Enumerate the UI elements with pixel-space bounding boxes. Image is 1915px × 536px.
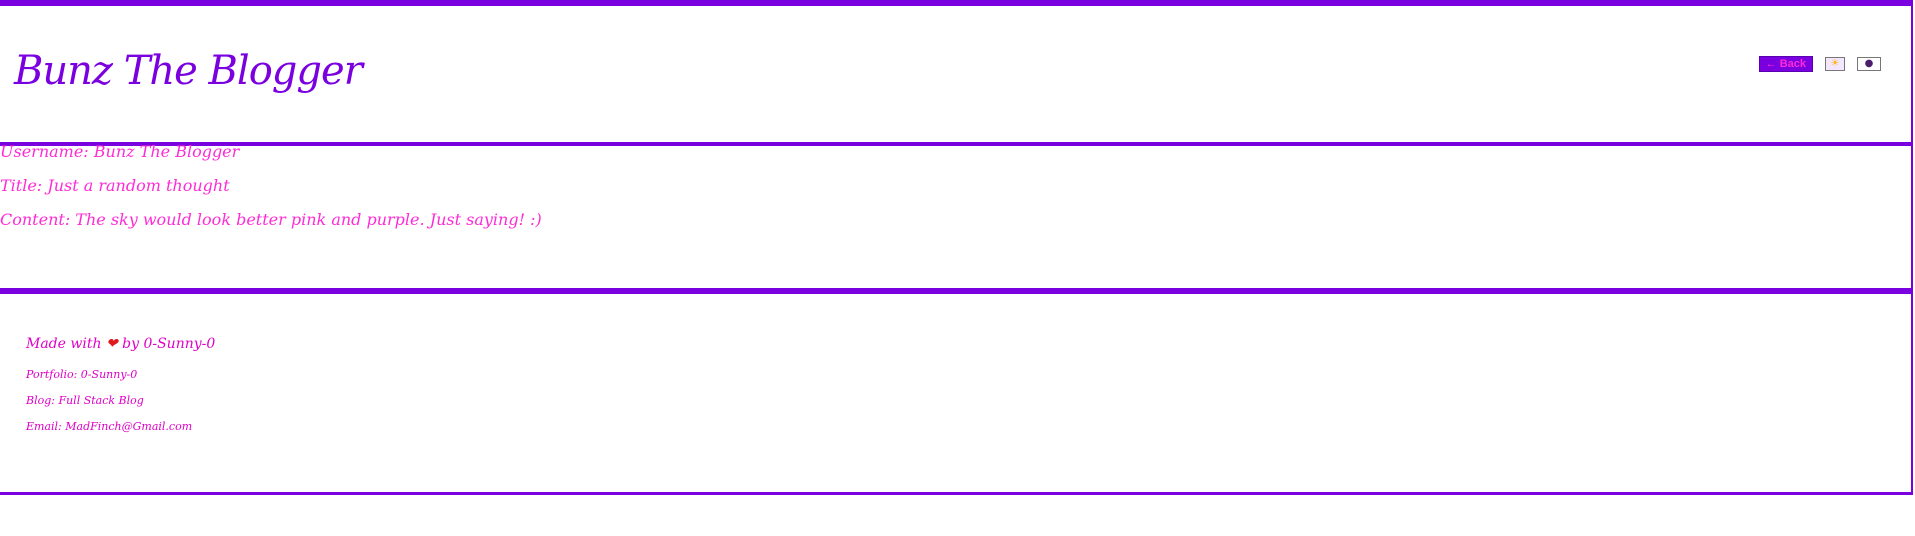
dark-mode-button[interactable]: ●	[1857, 57, 1881, 71]
sun-icon: ☀	[1830, 58, 1840, 69]
light-mode-button[interactable]: ☀	[1825, 57, 1845, 71]
post-content: Content: The sky would look better pink …	[0, 210, 542, 229]
post-username: Username: Bunz The Blogger	[0, 142, 240, 161]
made-suffix: by 0-Sunny-0	[122, 336, 216, 352]
made-with-text: Made with ❤ by 0-Sunny-0	[26, 336, 215, 352]
made-prefix: Made with	[26, 336, 102, 352]
back-button[interactable]: ← Back	[1758, 56, 1813, 72]
site-header: Bunz The Blogger ← Back ☀ ●	[0, 0, 1913, 146]
email-link[interactable]: Email: MadFinch@Gmail.com	[26, 420, 192, 433]
blog-link[interactable]: Blog: Full Stack Blog	[26, 394, 144, 407]
portfolio-link[interactable]: Portfolio: 0-Sunny-0	[26, 368, 137, 381]
blog-post: Username: Bunz The Blogger Title: Just a…	[0, 142, 1913, 294]
post-title: Title: Just a random thought	[0, 176, 230, 195]
moon-icon: ●	[1864, 58, 1874, 69]
header-controls: ← Back ☀ ●	[1758, 56, 1881, 72]
site-title: Bunz The Blogger	[14, 48, 363, 94]
site-footer: Made with ❤ by 0-Sunny-0 Portfolio: 0-Su…	[0, 294, 1913, 495]
heart-icon: ❤	[105, 336, 118, 352]
